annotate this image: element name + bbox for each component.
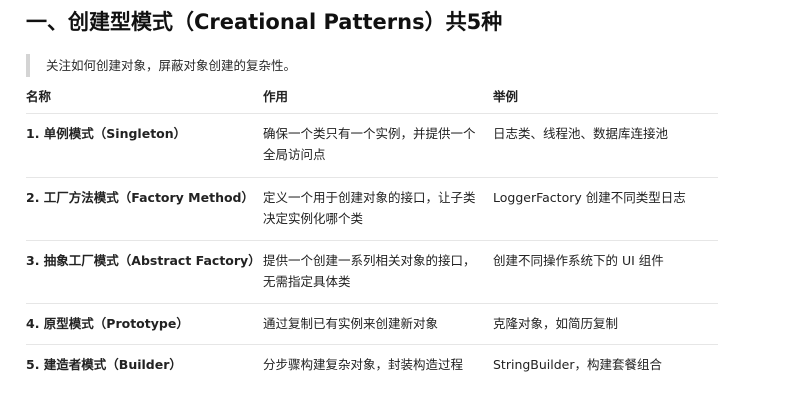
pattern-name: 5. 建造者模式（Builder） (26, 357, 182, 372)
pattern-example: 克隆对象，如简历复制 (493, 316, 619, 331)
pattern-name: 2. 工厂方法模式（Factory Method） (26, 190, 255, 205)
header-name: 名称 (26, 89, 52, 104)
pattern-example: 创建不同操作系统下的 UI 组件 (493, 253, 664, 268)
table-header-row: 名称 作用 举例 (26, 86, 718, 114)
pattern-name: 1. 单例模式（Singleton） (26, 126, 187, 141)
section-title: 一、创建型模式（Creational Patterns）共5种 (26, 10, 503, 34)
header-example: 举例 (493, 89, 519, 104)
pattern-example: 日志类、线程池、数据库连接池 (493, 126, 669, 141)
blockquote: 关注如何创建对象，屏蔽对象创建的复杂性。 (26, 54, 296, 77)
pattern-purpose: 分步骤构建复杂对象，封装构造过程 (263, 357, 464, 372)
pattern-purpose: 通过复制已有实例来创建新对象 (263, 316, 439, 331)
table-row: 1. 单例模式（Singleton） 确保一个类只有一个实例，并提供一个全局访问… (26, 114, 718, 178)
table-row: 4. 原型模式（Prototype） 通过复制已有实例来创建新对象 克隆对象，如… (26, 304, 718, 345)
table-row: 2. 工厂方法模式（Factory Method） 定义一个用于创建对象的接口，… (26, 178, 718, 241)
table-row: 3. 抽象工厂模式（Abstract Factory） 提供一个创建一系列相关对… (26, 241, 718, 304)
pattern-purpose: 确保一个类只有一个实例，并提供一个全局访问点 (263, 126, 476, 162)
pattern-purpose: 定义一个用于创建对象的接口，让子类决定实例化哪个类 (263, 190, 476, 226)
pattern-purpose: 提供一个创建一系列相关对象的接口，无需指定具体类 (263, 253, 476, 289)
pattern-name: 4. 原型模式（Prototype） (26, 316, 189, 331)
pattern-example: LoggerFactory 创建不同类型日志 (493, 190, 686, 205)
header-purpose: 作用 (263, 89, 289, 104)
pattern-name: 3. 抽象工厂模式（Abstract Factory） (26, 253, 261, 268)
pattern-example: StringBuilder，构建套餐组合 (493, 357, 663, 372)
table-row: 5. 建造者模式（Builder） 分步骤构建复杂对象，封装构造过程 Strin… (26, 345, 718, 387)
document-page: 一、创建型模式（Creational Patterns）共5种 关注如何创建对象… (0, 0, 789, 408)
patterns-table: 名称 作用 举例 1. 单例模式（Singleton） 确保一个类只有一个实例，… (26, 86, 718, 387)
